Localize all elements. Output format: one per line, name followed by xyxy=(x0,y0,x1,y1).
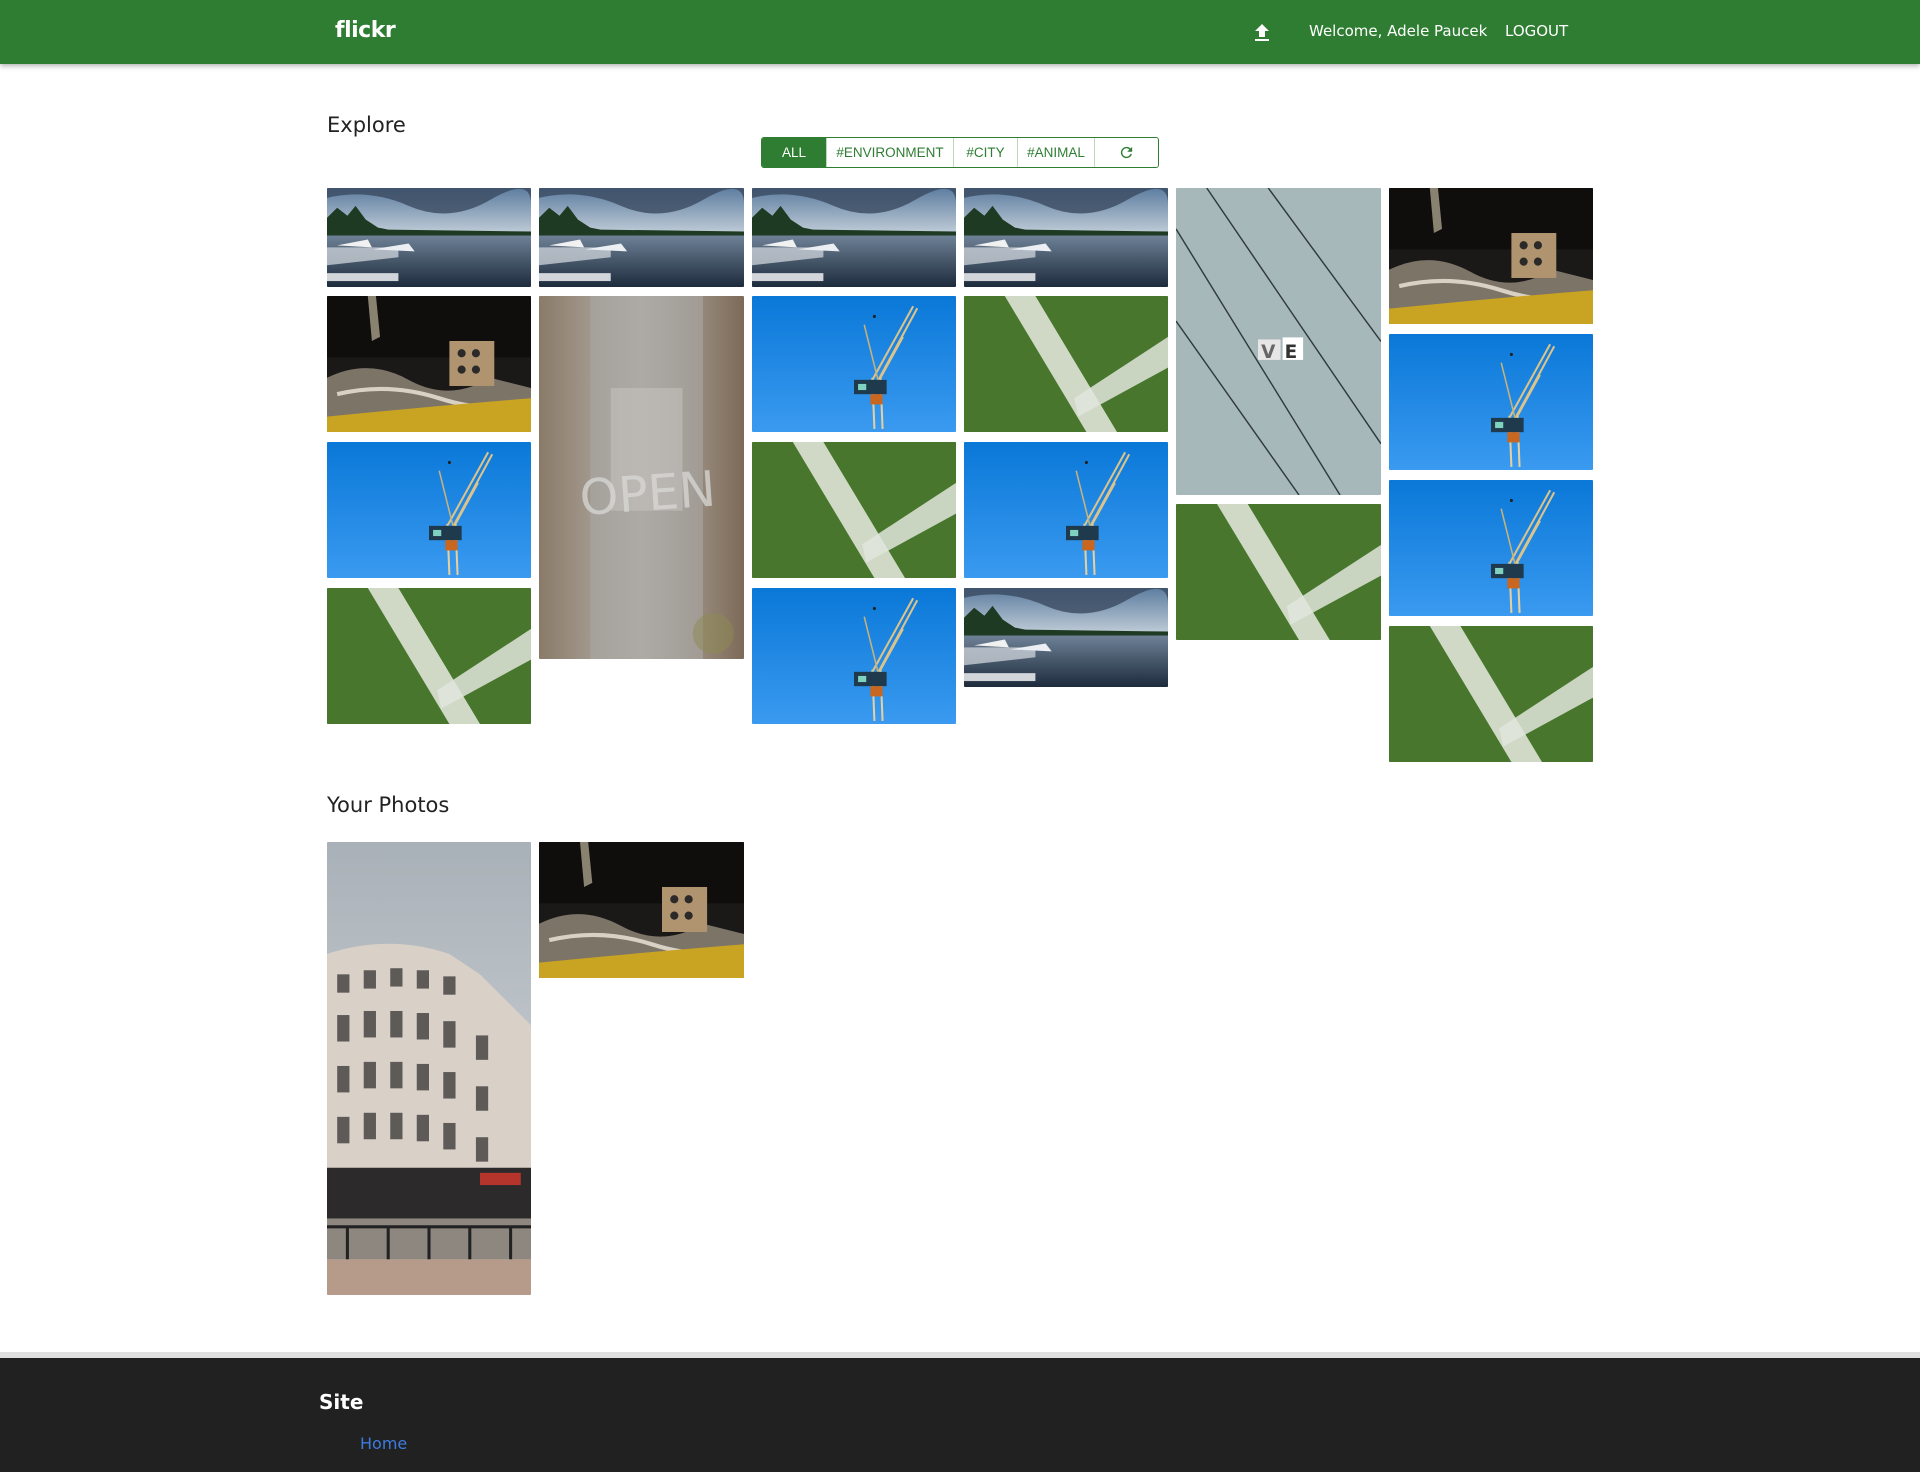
photo-grass[interactable] xyxy=(964,296,1168,432)
photo-crane[interactable] xyxy=(752,588,956,724)
photo-lake[interactable] xyxy=(964,188,1168,287)
explore-title: Explore xyxy=(327,113,406,137)
filter-all[interactable]: ALL xyxy=(762,138,827,167)
photo-grass[interactable] xyxy=(327,588,531,724)
photo-wall-sign[interactable] xyxy=(1176,188,1381,495)
footer-link-home[interactable]: Home xyxy=(360,1434,407,1453)
logout-button[interactable]: LOGOUT xyxy=(1505,22,1568,40)
welcome-text: Welcome, Adele Paucek xyxy=(1309,22,1488,40)
filter-group: ALL #ENVIRONMENT #CITY #ANIMAL xyxy=(761,137,1159,168)
photo-debris[interactable] xyxy=(1389,188,1593,324)
photo-crane[interactable] xyxy=(327,442,531,578)
photo-lake[interactable] xyxy=(964,588,1168,687)
photo-building[interactable] xyxy=(327,842,531,1295)
photo-crane[interactable] xyxy=(1389,334,1593,470)
photo-grass[interactable] xyxy=(752,442,956,578)
photo-crane[interactable] xyxy=(1389,480,1593,616)
photo-debris[interactable] xyxy=(539,842,744,978)
filter-animal[interactable]: #ANIMAL xyxy=(1018,138,1095,167)
photo-open-sign[interactable] xyxy=(539,296,744,659)
top-app-bar: flickr Welcome, Adele Paucek LOGOUT xyxy=(0,0,1920,64)
site-footer: Site Home xyxy=(0,1352,1920,1472)
photo-debris[interactable] xyxy=(327,296,531,432)
refresh-button[interactable] xyxy=(1095,138,1158,167)
brand-logo[interactable]: flickr xyxy=(335,18,396,43)
your-photos-title: Your Photos xyxy=(327,793,450,817)
footer-title: Site xyxy=(319,1390,364,1414)
photo-lake[interactable] xyxy=(539,188,744,287)
photo-lake[interactable] xyxy=(327,188,531,287)
filter-city[interactable]: #CITY xyxy=(954,138,1018,167)
photo-crane[interactable] xyxy=(964,442,1168,578)
photo-grass[interactable] xyxy=(1389,626,1593,762)
upload-icon[interactable] xyxy=(1250,20,1274,44)
refresh-icon xyxy=(1120,146,1133,159)
photo-crane[interactable] xyxy=(752,296,956,432)
photo-grass[interactable] xyxy=(1176,504,1381,640)
filter-environment[interactable]: #ENVIRONMENT xyxy=(827,138,954,167)
photo-lake[interactable] xyxy=(752,188,956,287)
